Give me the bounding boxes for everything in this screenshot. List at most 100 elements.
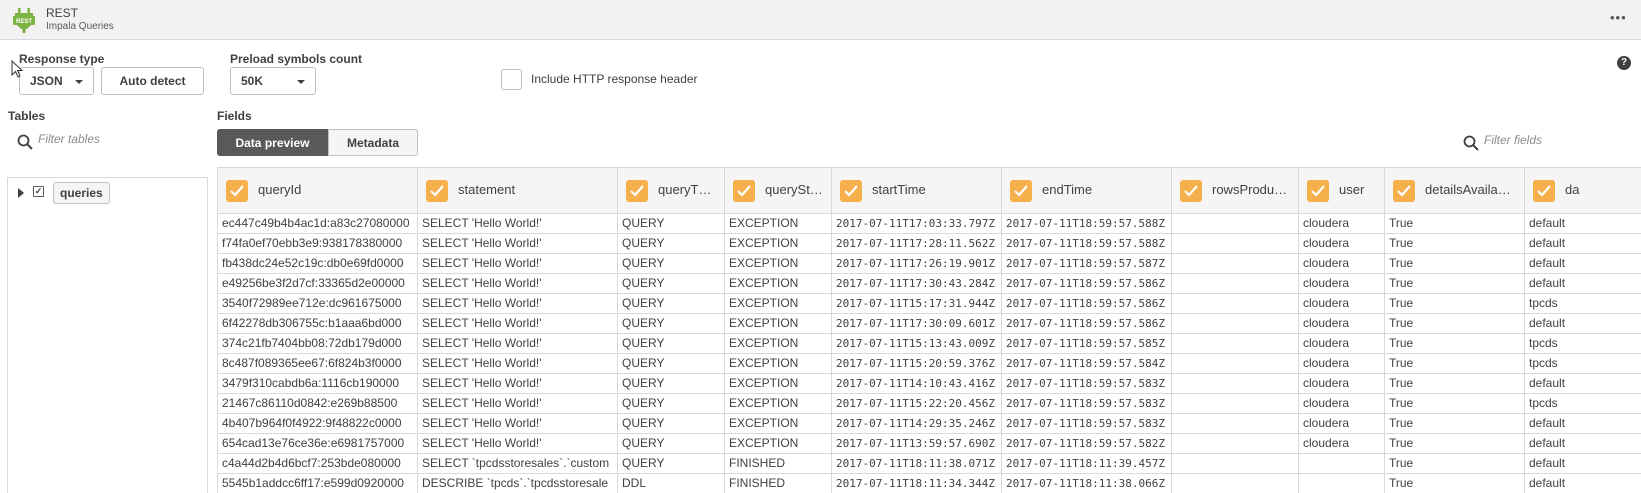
table-cell: 6f42278db306755c:b1aaa6bd000 xyxy=(218,314,418,334)
table-cell: 21467c86110d0842:e269b88500 xyxy=(218,394,418,414)
table-row: e49256be3f2d7cf:33365d2e00000 SELECT 'Hel… xyxy=(218,274,1641,294)
table-cell: 8c487f089365ee67:6f824b3f0000 xyxy=(218,354,418,374)
column-header[interactable]: queryT… xyxy=(618,168,725,214)
app-subtitle: Impala Queries xyxy=(46,21,114,32)
table-cell: QUERY xyxy=(618,234,725,254)
table-cell: cloudera xyxy=(1299,374,1385,394)
table-cell: 2017-07-11T18:59:57.583Z xyxy=(1002,394,1172,414)
table-cell xyxy=(1172,474,1299,493)
column-header[interactable]: detailsAvaila… xyxy=(1385,168,1525,214)
table-cell: SELECT 'Hello World!' xyxy=(418,274,618,294)
table-cell: True xyxy=(1385,434,1525,454)
table-cell: SELECT `tpcdsstoresales`.`custom xyxy=(418,454,618,474)
more-options-icon[interactable]: ••• xyxy=(1610,10,1627,25)
table-cell xyxy=(1172,394,1299,414)
table-cell xyxy=(1299,454,1385,474)
table-cell: cloudera xyxy=(1299,434,1385,454)
table-cell: tpcds xyxy=(1525,294,1641,314)
table-cell: cloudera xyxy=(1299,354,1385,374)
table-cell: QUERY xyxy=(618,394,725,414)
table-item-queries[interactable]: queries xyxy=(53,182,110,204)
table-cell: 2017-07-11T15:17:31.944Z xyxy=(832,294,1002,314)
field-checkbox[interactable] xyxy=(626,180,648,202)
table-cell: 2017-07-11T15:13:43.009Z xyxy=(832,334,1002,354)
field-checkbox[interactable] xyxy=(1180,180,1202,202)
table-cell: QUERY xyxy=(618,214,725,234)
table-cell: 2017-07-11T15:22:20.456Z xyxy=(832,394,1002,414)
table-cell: QUERY xyxy=(618,434,725,454)
table-cell: EXCEPTION xyxy=(725,234,832,254)
table-cell: SELECT 'Hello World!' xyxy=(418,214,618,234)
column-header[interactable]: queryId xyxy=(218,168,418,214)
table-cell: DDL xyxy=(618,474,725,493)
search-icon xyxy=(1463,135,1479,151)
expand-caret-icon[interactable] xyxy=(18,188,24,198)
logo-text: REST xyxy=(16,19,32,25)
table-cell: default xyxy=(1525,454,1641,474)
table-cell: SELECT 'Hello World!' xyxy=(418,294,618,314)
table-cell: 2017-07-11T18:59:57.583Z xyxy=(1002,414,1172,434)
table-cell xyxy=(1172,214,1299,234)
table-cell: FINISHED xyxy=(725,454,832,474)
table-cell: default xyxy=(1525,414,1641,434)
table-cell: True xyxy=(1385,334,1525,354)
table-cell: cloudera xyxy=(1299,314,1385,334)
column-header[interactable]: querySt… xyxy=(725,168,832,214)
help-icon[interactable]: ? xyxy=(1617,56,1631,70)
response-type-dropdown[interactable]: JSON xyxy=(19,67,94,95)
auto-detect-button[interactable]: Auto detect xyxy=(101,67,204,95)
table-row: 3479f310cabdb6a:1116cb190000 SELECT 'Hell… xyxy=(218,374,1641,394)
table-cell: QUERY xyxy=(618,314,725,334)
table-cell: 2017-07-11T17:30:43.284Z xyxy=(832,274,1002,294)
column-header-label: da xyxy=(1565,182,1580,197)
table-cell: 2017-07-11T17:28:11.562Z xyxy=(832,234,1002,254)
table-cell xyxy=(1172,374,1299,394)
filter-fields-input[interactable] xyxy=(1484,133,1634,147)
tab-data-preview[interactable]: Data preview xyxy=(217,129,328,156)
table-cell: 2017-07-11T18:59:57.584Z xyxy=(1002,354,1172,374)
field-checkbox[interactable] xyxy=(733,180,755,202)
table-cell: True xyxy=(1385,374,1525,394)
field-checkbox[interactable] xyxy=(1533,180,1555,202)
table-cell: default xyxy=(1525,374,1641,394)
table-cell: SELECT 'Hello World!' xyxy=(418,254,618,274)
table-cell xyxy=(1172,254,1299,274)
column-header[interactable]: user xyxy=(1299,168,1385,214)
field-checkbox[interactable] xyxy=(1393,180,1415,202)
table-cell: cloudera xyxy=(1299,394,1385,414)
field-checkbox[interactable] xyxy=(226,180,248,202)
checkmark-icon xyxy=(1184,185,1198,197)
filter-tables-input[interactable] xyxy=(38,132,188,146)
table-cell: True xyxy=(1385,314,1525,334)
tab-metadata[interactable]: Metadata xyxy=(328,129,418,156)
column-header[interactable]: endTime xyxy=(1002,168,1172,214)
column-header[interactable]: da xyxy=(1525,168,1641,214)
column-header[interactable]: statement xyxy=(418,168,618,214)
table-cell: default xyxy=(1525,254,1641,274)
field-checkbox[interactable] xyxy=(1307,180,1329,202)
table-cell: c4a44d2b4d6bcf7:253bde080000 xyxy=(218,454,418,474)
table-row: 374c21fb7404bb08:72db179d000 SELECT 'Hell… xyxy=(218,334,1641,354)
table-cell: True xyxy=(1385,394,1525,414)
field-checkbox[interactable] xyxy=(1010,180,1032,202)
table-checkbox[interactable]: ✓ xyxy=(33,186,44,197)
chevron-down-icon xyxy=(297,80,305,84)
preload-symbols-dropdown[interactable]: 50K xyxy=(230,67,316,95)
table-cell: EXCEPTION xyxy=(725,314,832,334)
table-cell: SELECT 'Hello World!' xyxy=(418,334,618,354)
table-cell xyxy=(1172,454,1299,474)
column-header[interactable]: rowsProdu… xyxy=(1172,168,1299,214)
table-cell xyxy=(1172,234,1299,254)
table-cell xyxy=(1172,414,1299,434)
table-cell: 4b407b964f0f4922:9f48822c0000 xyxy=(218,414,418,434)
column-header[interactable]: startTime xyxy=(832,168,1002,214)
include-http-header-checkbox[interactable] xyxy=(501,69,522,90)
table-cell: EXCEPTION xyxy=(725,274,832,294)
filter-tables-search xyxy=(8,124,208,161)
column-header-label: detailsAvaila… xyxy=(1425,182,1511,197)
field-checkbox[interactable] xyxy=(426,180,448,202)
table-row: 8c487f089365ee67:6f824b3f0000 SELECT 'Hel… xyxy=(218,354,1641,374)
table-cell: cloudera xyxy=(1299,254,1385,274)
table-cell: EXCEPTION xyxy=(725,254,832,274)
field-checkbox[interactable] xyxy=(840,180,862,202)
